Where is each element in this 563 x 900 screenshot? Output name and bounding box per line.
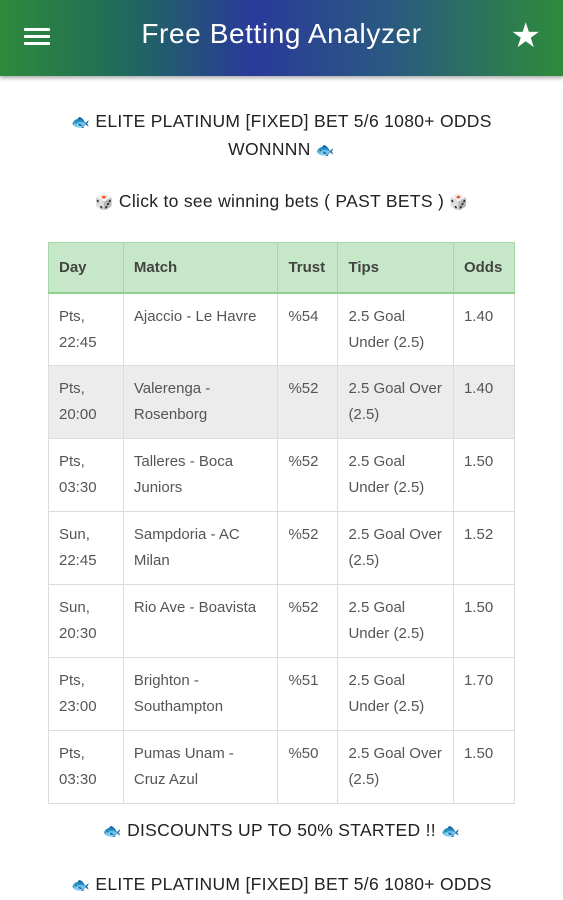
header-odds: Odds bbox=[452, 242, 516, 294]
table-row[interactable]: Sun, 20:30 Rio Ave - Boavista %52 2.5 Go… bbox=[48, 584, 516, 658]
fish-icon: 🐟 bbox=[71, 877, 91, 894]
cell-day: Pts, 03:30 bbox=[48, 438, 124, 512]
cell-odds: 1.70 bbox=[452, 657, 516, 731]
cell-tips: 2.5 Goal Over (2.5) bbox=[337, 511, 454, 585]
bets-table: Day Match Trust Tips Odds Pts, 22:45 Aja… bbox=[48, 242, 516, 804]
table-row[interactable]: Pts, 03:30 Talleres - Boca Juniors %52 2… bbox=[48, 438, 516, 512]
cell-day: Pts, 23:00 bbox=[48, 657, 124, 731]
cell-tips: 2.5 Goal Over (2.5) bbox=[337, 365, 454, 439]
table-row[interactable]: Pts, 20:00 Valerenga - Rosenborg %52 2.5… bbox=[48, 365, 516, 439]
discounts-text: DISCOUNTS UP TO 50% STARTED !! bbox=[127, 820, 436, 840]
elite-promo-text: ELITE PLATINUM [FIXED] BET 5/6 1080+ ODD… bbox=[95, 111, 492, 159]
star-icon[interactable]: ★ bbox=[511, 18, 541, 54]
cell-odds: 1.50 bbox=[452, 730, 516, 804]
cell-day: Pts, 22:45 bbox=[48, 292, 124, 366]
cell-trust: %54 bbox=[277, 292, 339, 366]
table-row[interactable]: Pts, 03:30 Pumas Unam - Cruz Azul %50 2.… bbox=[48, 730, 516, 804]
header-day: Day bbox=[48, 242, 124, 294]
past-bets-text: Click to see winning bets ( PAST BETS ) bbox=[118, 191, 445, 211]
cell-trust: %52 bbox=[277, 365, 339, 439]
header-trust: Trust bbox=[277, 242, 339, 294]
cell-match: Rio Ave - Boavista bbox=[122, 584, 279, 658]
cell-tips: 2.5 Goal Under (2.5) bbox=[337, 438, 454, 512]
cell-match: Sampdoria - AC Milan bbox=[122, 511, 279, 585]
app-title: Free Betting Analyzer bbox=[141, 18, 422, 49]
fish-icon: 🐟 bbox=[441, 823, 461, 840]
cell-tips: 2.5 Goal Under (2.5) bbox=[337, 584, 454, 658]
cell-match: Brighton - Southampton bbox=[122, 657, 279, 731]
cell-trust: %50 bbox=[277, 730, 339, 804]
cell-trust: %51 bbox=[277, 657, 339, 731]
fish-icon: 🐟 bbox=[315, 142, 335, 159]
cell-odds: 1.40 bbox=[452, 292, 516, 366]
header-match: Match bbox=[122, 242, 279, 294]
discounts-link[interactable]: 🐟 DISCOUNTS UP TO 50% STARTED !! 🐟 bbox=[20, 818, 543, 844]
cell-day: Sun, 22:45 bbox=[48, 511, 124, 585]
elite-promo-text-bottom: ELITE PLATINUM [FIXED] BET 5/6 1080+ ODD… bbox=[95, 874, 492, 894]
table-row[interactable]: Pts, 22:45 Ajaccio - Le Havre %54 2.5 Go… bbox=[48, 292, 516, 366]
fish-icon: 🐟 bbox=[71, 114, 91, 131]
cell-trust: %52 bbox=[277, 584, 339, 658]
table-header-row: Day Match Trust Tips Odds bbox=[48, 242, 516, 294]
cell-match: Ajaccio - Le Havre bbox=[122, 292, 279, 366]
fish-icon: 🐟 bbox=[102, 823, 122, 840]
cell-day: Pts, 20:00 bbox=[48, 365, 124, 439]
cell-day: Sun, 20:30 bbox=[48, 584, 124, 658]
cell-odds: 1.52 bbox=[452, 511, 516, 585]
header-tips: Tips bbox=[337, 242, 454, 294]
cell-match: Pumas Unam - Cruz Azul bbox=[122, 730, 279, 804]
cell-day: Pts, 03:30 bbox=[48, 730, 124, 804]
table-row[interactable]: Pts, 23:00 Brighton - Southampton %51 2.… bbox=[48, 657, 516, 731]
cell-odds: 1.50 bbox=[452, 584, 516, 658]
elite-promo-link-bottom[interactable]: 🐟 ELITE PLATINUM [FIXED] BET 5/6 1080+ O… bbox=[20, 872, 543, 898]
cell-trust: %52 bbox=[277, 511, 339, 585]
dice-icon: 🎲 bbox=[94, 194, 114, 211]
cell-match: Valerenga - Rosenborg bbox=[122, 365, 279, 439]
cell-tips: 2.5 Goal Under (2.5) bbox=[337, 657, 454, 731]
app-bar: Free Betting Analyzer ★ bbox=[0, 0, 563, 76]
cell-tips: 2.5 Goal Over (2.5) bbox=[337, 730, 454, 804]
dice-icon: 🎲 bbox=[449, 194, 469, 211]
cell-odds: 1.50 bbox=[452, 438, 516, 512]
elite-promo-link-top[interactable]: 🐟 ELITE PLATINUM [FIXED] BET 5/6 1080+ O… bbox=[40, 108, 523, 164]
cell-tips: 2.5 Goal Under (2.5) bbox=[337, 292, 454, 366]
past-bets-link[interactable]: 🎲 Click to see winning bets ( PAST BETS … bbox=[20, 189, 543, 215]
cell-odds: 1.40 bbox=[452, 365, 516, 439]
cell-trust: %52 bbox=[277, 438, 339, 512]
cell-match: Talleres - Boca Juniors bbox=[122, 438, 279, 512]
table-row[interactable]: Sun, 22:45 Sampdoria - AC Milan %52 2.5 … bbox=[48, 511, 516, 585]
